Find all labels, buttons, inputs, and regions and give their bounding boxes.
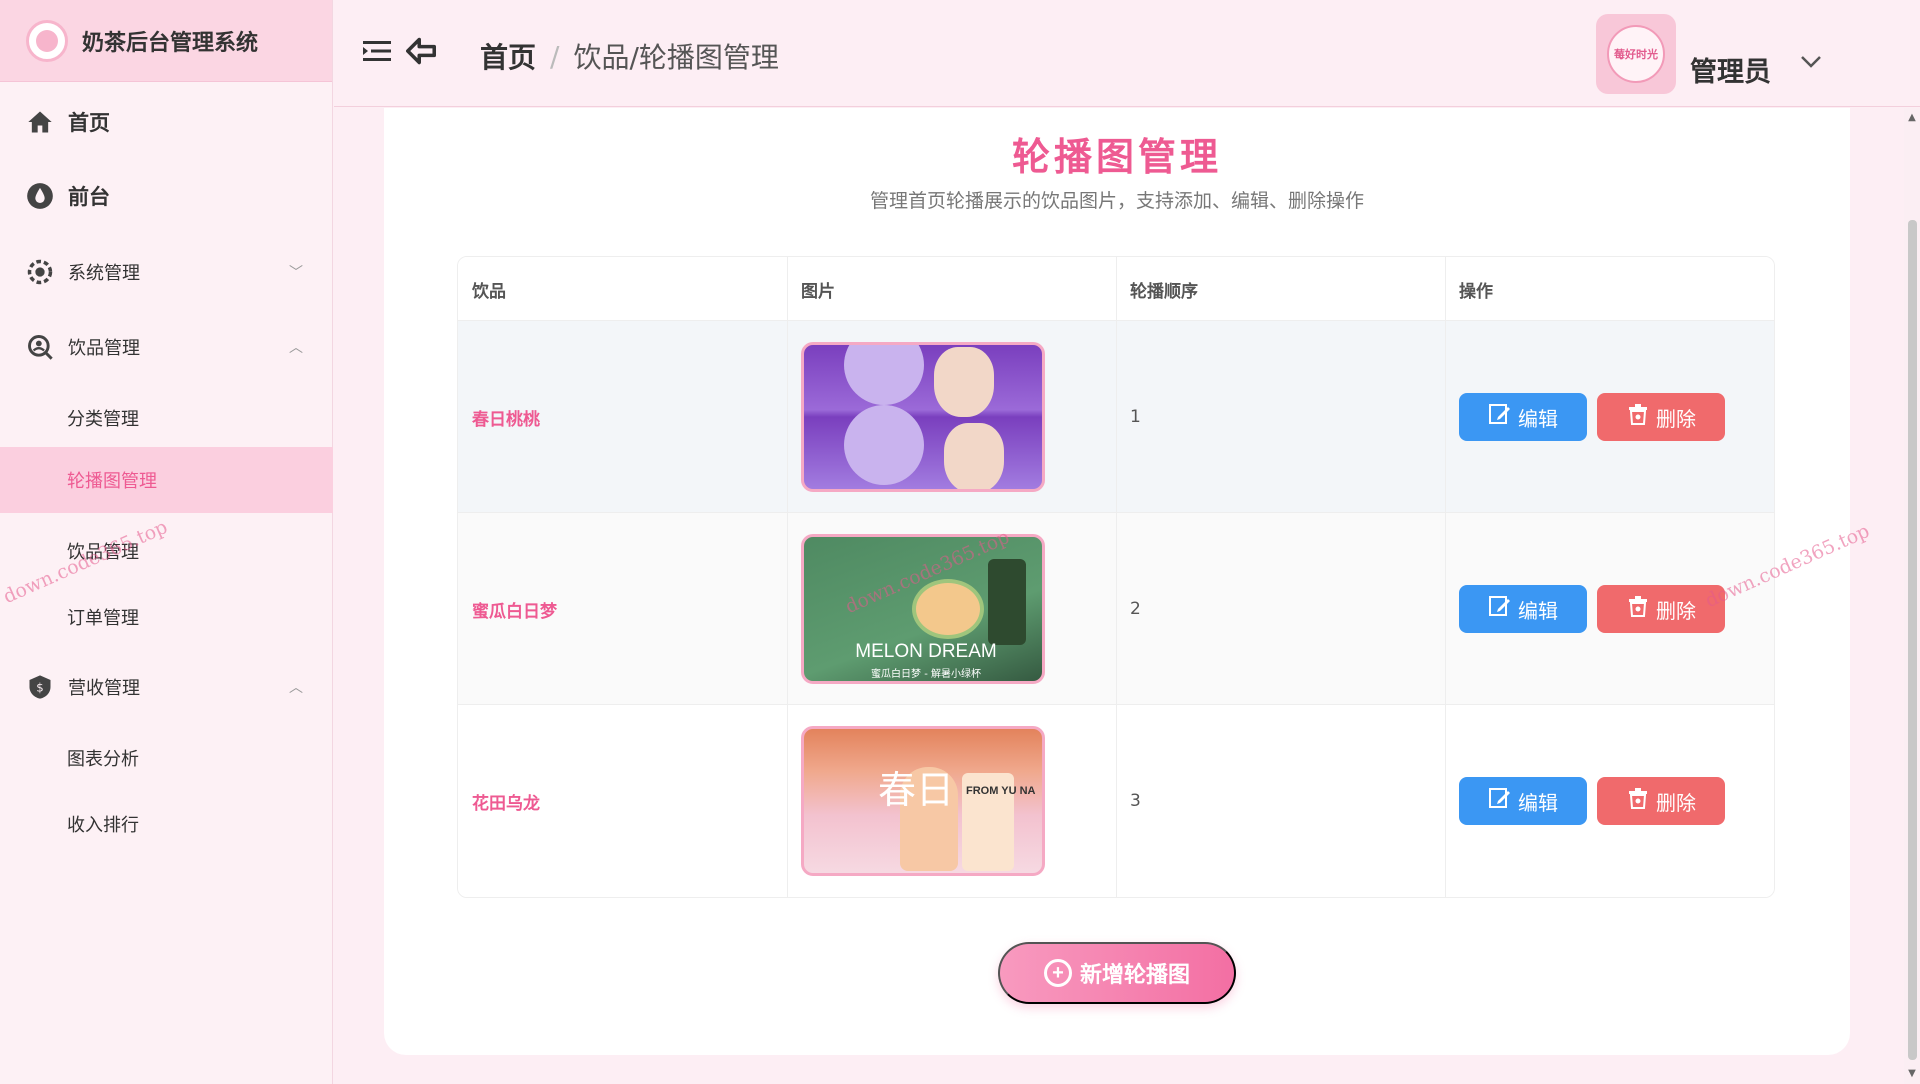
sidebar-item-drinks[interactable]: 饮品管理 ︿ (0, 325, 333, 369)
carousel-order: 1 (1130, 407, 1141, 427)
svg-text:$: $ (36, 681, 43, 695)
carousel-order: 3 (1130, 791, 1141, 811)
sidebar-item-frontend[interactable]: 前台 (0, 174, 333, 218)
page-title: 轮播图管理 (1011, 135, 1222, 179)
sidebar-item-label: 系统管理 (68, 263, 140, 284)
chevron-up-icon: ︿ (289, 680, 303, 696)
shield-icon: $ (26, 673, 54, 701)
trash-icon (1626, 786, 1650, 816)
edit-icon (1488, 594, 1512, 624)
delete-button[interactable]: 删除 (1597, 777, 1725, 825)
back-icon[interactable] (406, 36, 436, 66)
brand: 奶茶后台管理系统 (0, 0, 332, 82)
sidebar-item-home[interactable]: 首页 (0, 100, 333, 144)
sidebar-item-label: 营收管理 (68, 678, 140, 699)
chevron-down-icon[interactable] (1800, 54, 1822, 73)
sidebar-item-carousel[interactable]: 轮播图管理 (0, 447, 333, 513)
carousel-image[interactable]: MELON DREAM 蜜瓜白日梦 - 解暑小绿杯 (801, 534, 1045, 684)
sidebar-item-label: 订单管理 (67, 608, 139, 629)
breadcrumb-current: 饮品/轮播图管理 (573, 41, 779, 74)
edit-label: 编辑 (1518, 408, 1558, 431)
page-description: 管理首页轮播展示的饮品图片，支持添加、编辑、删除操作 (869, 190, 1364, 212)
breadcrumb-home[interactable]: 首页 (480, 36, 536, 76)
image-from-text: FROM YU NA (966, 785, 1036, 797)
carousel-order: 2 (1130, 599, 1141, 619)
drink-name: 春日桃桃 (472, 409, 540, 430)
edit-label: 编辑 (1518, 792, 1558, 815)
scroll-thumb[interactable] (1908, 220, 1917, 1060)
image-big-text: 春日 (878, 768, 955, 812)
delete-label: 删除 (1656, 792, 1696, 815)
sidebar-item-system[interactable]: 系统管理 ﹀ (0, 250, 333, 294)
table-header: 饮品 图片 轮播顺序 操作 (458, 257, 1774, 321)
user-name[interactable]: 管理员 (1690, 50, 1771, 89)
sidebar-item-label: 图表分析 (67, 749, 139, 770)
breadcrumb: 首页 / 饮品/轮播图管理 (480, 36, 779, 76)
image-title: MELON DREAM (855, 641, 997, 662)
sidebar-item-ranking[interactable]: 收入排行 (0, 791, 333, 857)
add-carousel-label: 新增轮播图 (1079, 962, 1190, 987)
plus-circle-icon: + (1043, 959, 1072, 987)
image-subtitle: 蜜瓜白日梦 - 解暑小绿杯 (871, 669, 981, 680)
sidebar-item-label: 前台 (68, 185, 110, 209)
delete-label: 删除 (1656, 600, 1696, 623)
scroll-down-icon[interactable]: ▼ (1906, 1068, 1918, 1080)
chevron-down-icon: ﹀ (289, 265, 303, 281)
top-header: 首页 / 饮品/轮播图管理 莓好时光 管理员 (334, 0, 1920, 107)
delete-label: 删除 (1656, 408, 1696, 431)
edit-button[interactable]: 编辑 (1459, 777, 1587, 825)
delete-button[interactable]: 删除 (1597, 393, 1725, 441)
sidebar-item-revenue[interactable]: $ 营收管理 ︿ (0, 665, 333, 709)
breadcrumb-separator: / (550, 39, 560, 73)
column-header: 轮播顺序 (1116, 257, 1446, 321)
brand-logo (26, 19, 68, 62)
edit-label: 编辑 (1518, 600, 1558, 623)
sidebar-item-label: 首页 (68, 111, 110, 135)
carousel-image[interactable] (801, 342, 1045, 492)
app-title: 奶茶后台管理系统 (82, 30, 259, 56)
sidebar-item-category[interactable]: 分类管理 (0, 385, 333, 451)
avatar[interactable]: 莓好时光 (1596, 14, 1676, 94)
trash-icon (1626, 594, 1650, 624)
sidebar-item-label: 分类管理 (67, 409, 139, 430)
sidebar: 奶茶后台管理系统 首页 前台 系统管理 ﹀ 饮品管理 ︿ 分类管理 轮播图管理 … (0, 0, 333, 1084)
trash-icon (1626, 402, 1650, 432)
sidebar-item-label: 轮播图管理 (67, 471, 157, 492)
sidebar-item-orders[interactable]: 订单管理 (0, 584, 333, 650)
edit-button[interactable]: 编辑 (1459, 585, 1587, 633)
scroll-up-icon[interactable]: ▲ (1906, 112, 1918, 124)
table-row: 蜜瓜白日梦 MELON DREAM 蜜瓜白日梦 - 解暑小绿杯 2 编辑 删除 (458, 513, 1774, 705)
add-carousel-button[interactable]: + 新增轮播图 (998, 942, 1236, 1004)
sidebar-item-label: 收入排行 (67, 815, 139, 836)
drink-name: 蜜瓜白日梦 (472, 601, 557, 622)
gear-icon (26, 258, 54, 286)
edit-icon (1488, 786, 1512, 816)
sidebar-item-label: 饮品管理 (68, 338, 140, 359)
home-icon (26, 108, 54, 136)
edit-button[interactable]: 编辑 (1459, 393, 1587, 441)
column-header: 操作 (1459, 281, 1493, 302)
column-header: 饮品 (458, 257, 788, 321)
avatar-logo: 莓好时光 (1607, 25, 1665, 83)
search-user-icon (26, 333, 54, 361)
edit-icon (1488, 402, 1512, 432)
sidebar-item-charts[interactable]: 图表分析 (0, 725, 333, 791)
table-row: 花田乌龙 春日 FROM YU NA 3 编辑 删除 (458, 705, 1774, 897)
table-row: 春日桃桃 1 编辑 删除 (458, 321, 1774, 513)
carousel-table: 饮品 图片 轮播顺序 操作 春日桃桃 1 编辑 删除 蜜瓜白日梦 MELON D… (457, 256, 1775, 898)
menu-collapse-icon[interactable] (362, 36, 392, 66)
column-header: 图片 (787, 257, 1117, 321)
content-card: 轮播图管理 管理首页轮播展示的饮品图片，支持添加、编辑、删除操作 饮品 图片 轮… (384, 108, 1850, 1055)
carousel-image[interactable]: 春日 FROM YU NA (801, 726, 1045, 876)
chevron-up-icon: ︿ (289, 340, 303, 356)
drop-icon (26, 182, 54, 210)
scrollbar[interactable]: ▲ ▼ (1904, 108, 1920, 1084)
drink-name: 花田乌龙 (472, 793, 540, 814)
